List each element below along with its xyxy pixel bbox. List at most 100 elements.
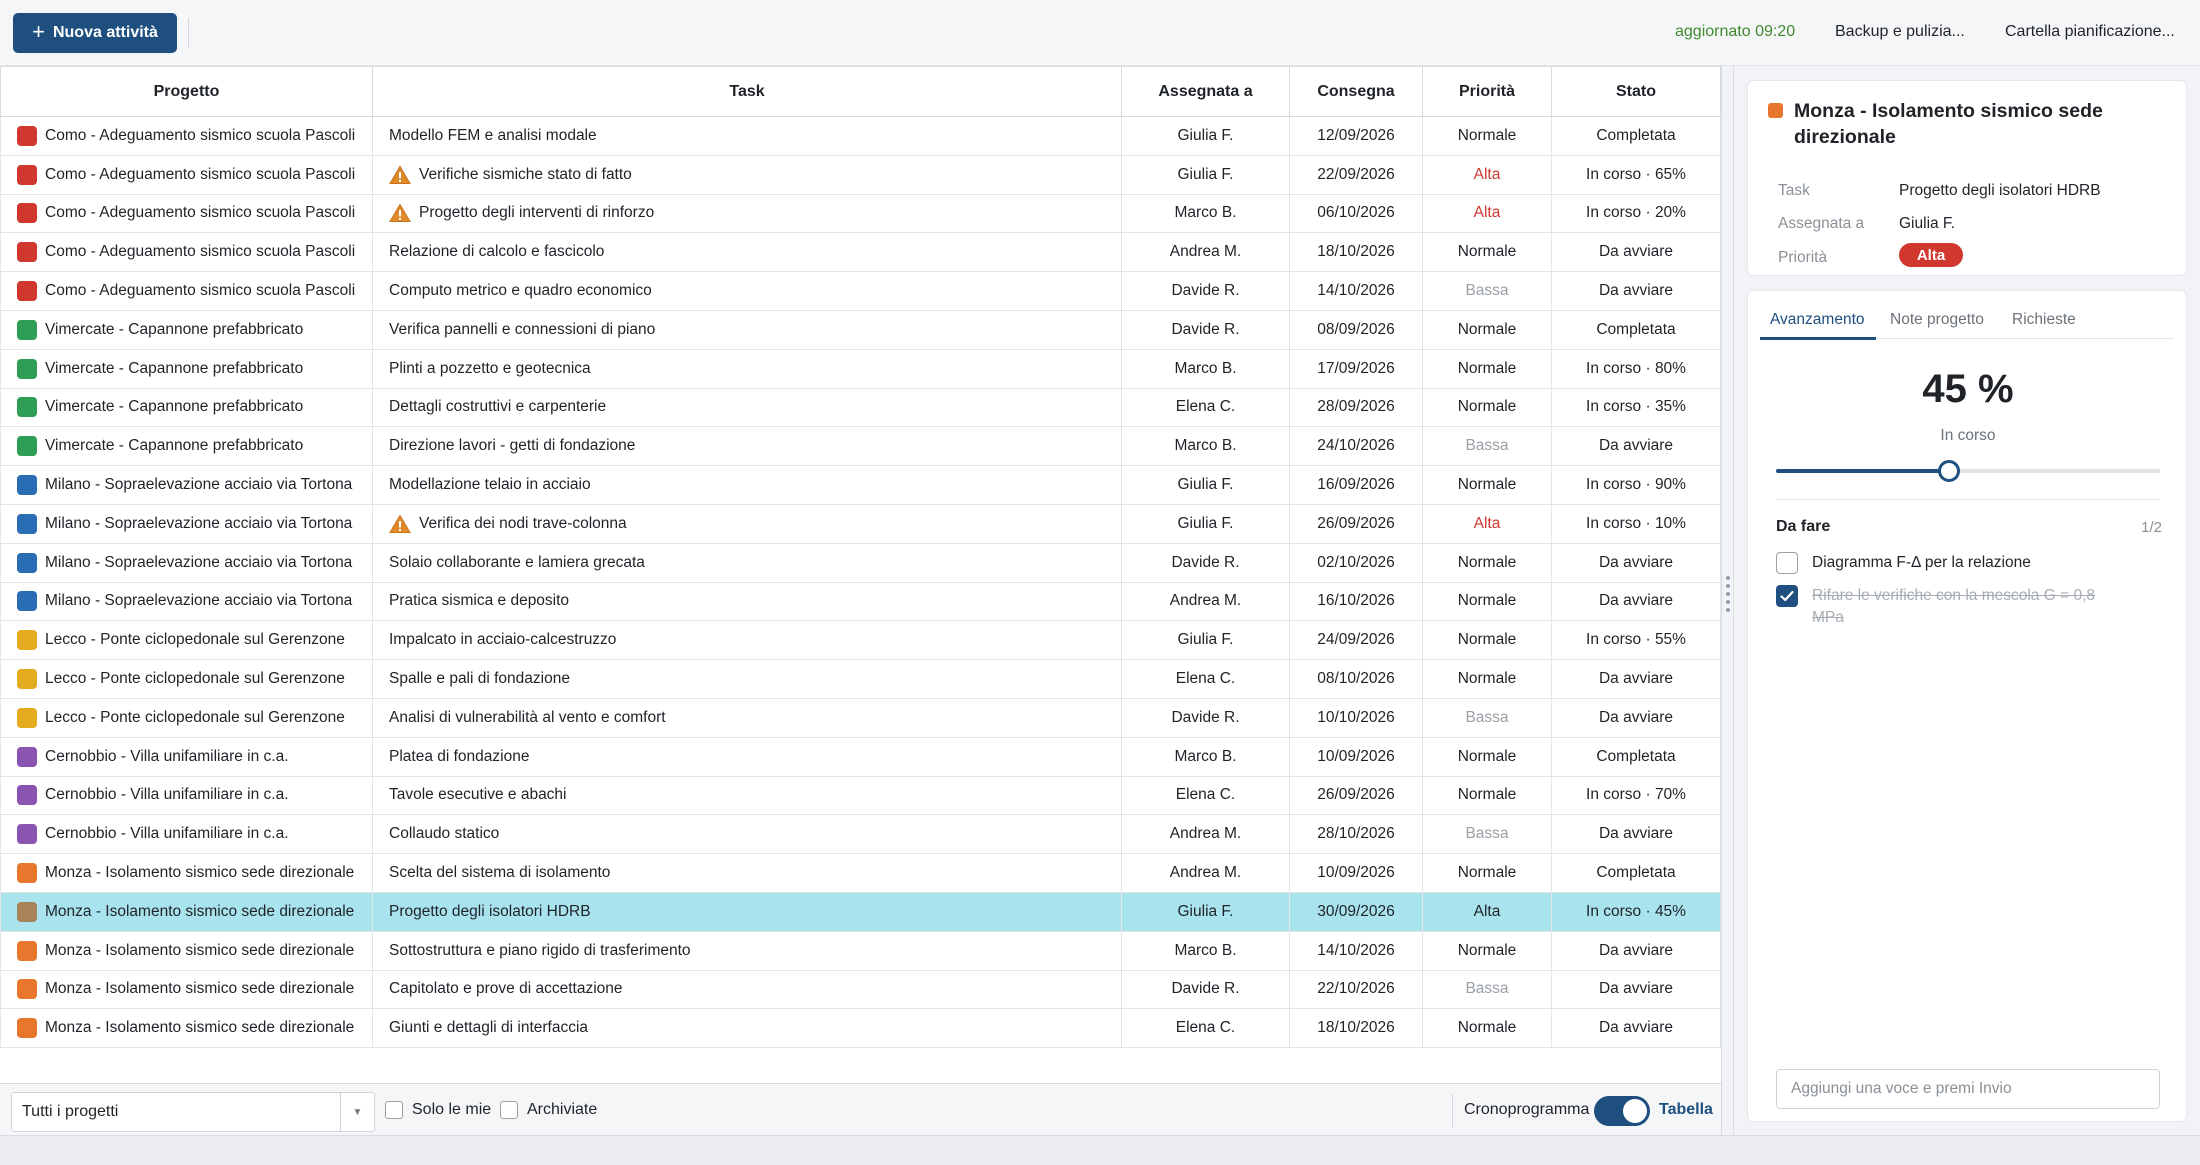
cell-project[interactable]: Como - Adeguamento sismico scuola Pascol… bbox=[0, 271, 373, 311]
table-row[interactable]: Cernobbio - Villa unifamiliare in c.a. Pl… bbox=[0, 736, 1721, 777]
cell-assignee[interactable]: Elena C. bbox=[1121, 1008, 1290, 1049]
cell-status[interactable]: Da avviare bbox=[1551, 271, 1721, 311]
cell-status[interactable]: In corso · 10% bbox=[1551, 503, 1721, 544]
cell-assignee[interactable]: Giulia F. bbox=[1121, 503, 1290, 544]
cell-status[interactable]: Completata bbox=[1551, 116, 1721, 156]
col-header-status[interactable]: Stato bbox=[1551, 66, 1721, 117]
cell-status[interactable]: In corso · 80% bbox=[1551, 348, 1721, 389]
cell-task[interactable]: Verifiche sismiche stato di fatto bbox=[372, 154, 1122, 195]
cell-due[interactable]: 24/09/2026 bbox=[1289, 620, 1423, 661]
table-row[interactable]: Monza - Isolamento sismico sede direzion… bbox=[0, 891, 1721, 932]
chevron-down-icon[interactable]: ▼ bbox=[340, 1093, 374, 1131]
cell-due[interactable]: 02/10/2026 bbox=[1289, 542, 1423, 583]
new-task-button[interactable]: + Nuova attività bbox=[13, 13, 177, 53]
checkbox-box[interactable] bbox=[385, 1101, 403, 1119]
cell-status[interactable]: Da avviare bbox=[1551, 697, 1721, 738]
cell-task[interactable]: Pratica sismica e deposito bbox=[372, 581, 1122, 622]
add-todo-input[interactable] bbox=[1776, 1069, 2160, 1109]
cell-assignee[interactable]: Marco B. bbox=[1121, 930, 1290, 971]
cell-assignee[interactable]: Giulia F. bbox=[1121, 116, 1290, 156]
table-row[interactable]: Vimercate - Capannone prefabbricato Direz… bbox=[0, 426, 1721, 467]
cell-project[interactable]: Monza - Isolamento sismico sede direzion… bbox=[0, 1008, 373, 1049]
cell-assignee[interactable]: Elena C. bbox=[1121, 387, 1290, 428]
cell-project[interactable]: Lecco - Ponte ciclopedonale sul Gerenzon… bbox=[0, 659, 373, 699]
cell-assignee[interactable]: Davide R. bbox=[1121, 969, 1290, 1010]
cell-task[interactable]: Giunti e dettagli di interfaccia bbox=[372, 1008, 1122, 1049]
only-mine-checkbox[interactable]: Solo le mie bbox=[385, 1101, 491, 1119]
table-row[interactable]: Lecco - Ponte ciclopedonale sul Gerenzon… bbox=[0, 697, 1721, 738]
cell-priority[interactable]: Normale bbox=[1422, 736, 1552, 777]
cell-status[interactable]: In corso · 90% bbox=[1551, 465, 1721, 505]
table-row[interactable]: Como - Adeguamento sismico scuola Pascol… bbox=[0, 271, 1721, 311]
panel-splitter[interactable] bbox=[1722, 66, 1734, 1135]
cell-task[interactable]: Verifica pannelli e connessioni di piano bbox=[372, 309, 1122, 350]
cell-assignee[interactable]: Marco B. bbox=[1121, 426, 1290, 467]
cell-task[interactable]: Analisi di vulnerabilità al vento e comf… bbox=[372, 697, 1122, 738]
table-row[interactable]: Vimercate - Capannone prefabbricato Verif… bbox=[0, 309, 1721, 350]
cell-priority[interactable]: Bassa bbox=[1422, 814, 1552, 855]
cell-project[interactable]: Milano - Sopraelevazione acciaio via Tor… bbox=[0, 503, 373, 544]
table-row[interactable]: Lecco - Ponte ciclopedonale sul Gerenzon… bbox=[0, 620, 1721, 661]
cell-task[interactable]: Platea di fondazione bbox=[372, 736, 1122, 777]
cell-task[interactable]: Sottostruttura e piano rigido di trasfer… bbox=[372, 930, 1122, 971]
cell-status[interactable]: In corso · 20% bbox=[1551, 193, 1721, 234]
cell-project[interactable]: Cernobbio - Villa unifamiliare in c.a. bbox=[0, 775, 373, 816]
cell-task[interactable]: Verifica dei nodi trave-colonna bbox=[372, 503, 1122, 544]
cell-task[interactable]: Computo metrico e quadro economico bbox=[372, 271, 1122, 311]
cell-due[interactable]: 16/09/2026 bbox=[1289, 465, 1423, 505]
cell-assignee[interactable]: Marco B. bbox=[1121, 193, 1290, 234]
cell-due[interactable]: 28/09/2026 bbox=[1289, 387, 1423, 428]
cell-status[interactable]: Da avviare bbox=[1551, 1008, 1721, 1049]
cell-due[interactable]: 12/09/2026 bbox=[1289, 116, 1423, 156]
cell-due[interactable]: 14/10/2026 bbox=[1289, 930, 1423, 971]
cell-priority[interactable]: Normale bbox=[1422, 232, 1552, 273]
cell-status[interactable]: In corso · 35% bbox=[1551, 387, 1721, 428]
cell-task[interactable]: Spalle e pali di fondazione bbox=[372, 659, 1122, 699]
cell-priority[interactable]: Normale bbox=[1422, 659, 1552, 699]
backup-button[interactable]: Backup e pulizia... bbox=[1835, 23, 1965, 41]
cell-priority[interactable]: Normale bbox=[1422, 581, 1552, 622]
cell-priority[interactable]: Alta bbox=[1422, 503, 1552, 544]
slider-thumb[interactable] bbox=[1937, 460, 1960, 482]
table-row[interactable]: Milano - Sopraelevazione acciaio via Tor… bbox=[0, 465, 1721, 505]
cell-project[interactable]: Como - Adeguamento sismico scuola Pascol… bbox=[0, 193, 373, 234]
cell-task[interactable]: Scelta del sistema di isolamento bbox=[372, 853, 1122, 893]
project-filter-select[interactable]: Tutti i progetti ▼ bbox=[11, 1092, 375, 1132]
cell-due[interactable]: 24/10/2026 bbox=[1289, 426, 1423, 467]
table-row[interactable]: Monza - Isolamento sismico sede direzion… bbox=[0, 969, 1721, 1010]
cell-assignee[interactable]: Giulia F. bbox=[1121, 465, 1290, 505]
table-row[interactable]: Monza - Isolamento sismico sede direzion… bbox=[0, 1008, 1721, 1049]
cell-project[interactable]: Monza - Isolamento sismico sede direzion… bbox=[0, 930, 373, 971]
cell-due[interactable]: 10/09/2026 bbox=[1289, 736, 1423, 777]
cell-task[interactable]: Solaio collaborante e lamiera grecata bbox=[372, 542, 1122, 583]
cell-due[interactable]: 22/09/2026 bbox=[1289, 154, 1423, 195]
cell-due[interactable]: 08/10/2026 bbox=[1289, 659, 1423, 699]
cell-task[interactable]: Relazione di calcolo e fascicolo bbox=[372, 232, 1122, 273]
cell-assignee[interactable]: Andrea M. bbox=[1121, 232, 1290, 273]
cell-due[interactable]: 10/10/2026 bbox=[1289, 697, 1423, 738]
cell-project[interactable]: Milano - Sopraelevazione acciaio via Tor… bbox=[0, 581, 373, 622]
cell-task[interactable]: Modellazione telaio in acciaio bbox=[372, 465, 1122, 505]
cell-project[interactable]: Vimercate - Capannone prefabbricato bbox=[0, 309, 373, 350]
cell-project[interactable]: Como - Adeguamento sismico scuola Pascol… bbox=[0, 116, 373, 156]
cell-task[interactable]: Collaudo statico bbox=[372, 814, 1122, 855]
cell-status[interactable]: Da avviare bbox=[1551, 232, 1721, 273]
cell-status[interactable]: Completata bbox=[1551, 853, 1721, 893]
cell-assignee[interactable]: Elena C. bbox=[1121, 775, 1290, 816]
gantt-view-label[interactable]: Cronoprogramma bbox=[1464, 1101, 1589, 1119]
cell-task[interactable]: Plinti a pozzetto e geotecnica bbox=[372, 348, 1122, 389]
drag-handle-icon[interactable] bbox=[1726, 576, 1730, 616]
table-row[interactable]: Milano - Sopraelevazione acciaio via Tor… bbox=[0, 581, 1721, 622]
cell-assignee[interactable]: Davide R. bbox=[1121, 271, 1290, 311]
cell-priority[interactable]: Bassa bbox=[1422, 697, 1552, 738]
cell-status[interactable]: Da avviare bbox=[1551, 659, 1721, 699]
cell-status[interactable]: In corso · 65% bbox=[1551, 154, 1721, 195]
cell-priority[interactable]: Normale bbox=[1422, 775, 1552, 816]
cell-priority[interactable]: Normale bbox=[1422, 1008, 1552, 1049]
cell-project[interactable]: Vimercate - Capannone prefabbricato bbox=[0, 426, 373, 467]
cell-due[interactable]: 14/10/2026 bbox=[1289, 271, 1423, 311]
checkbox-box[interactable] bbox=[500, 1101, 518, 1119]
cell-task[interactable]: Modello FEM e analisi modale bbox=[372, 116, 1122, 156]
table-row[interactable]: Monza - Isolamento sismico sede direzion… bbox=[0, 930, 1721, 971]
cell-project[interactable]: Vimercate - Capannone prefabbricato bbox=[0, 348, 373, 389]
